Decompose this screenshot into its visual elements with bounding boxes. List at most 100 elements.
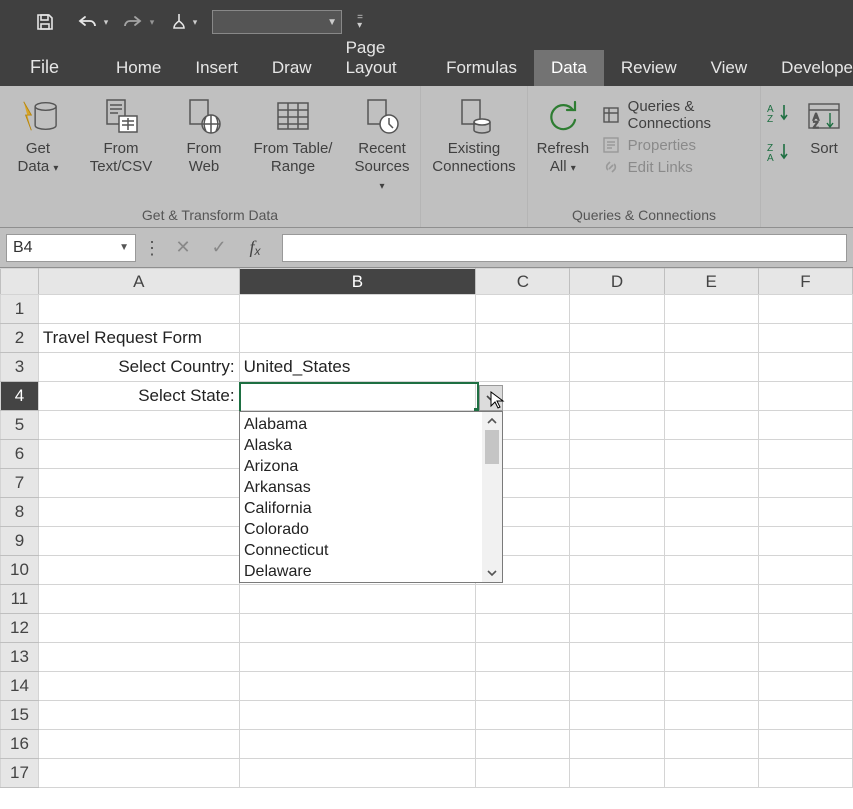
cell-E8[interactable]	[664, 498, 758, 527]
row-header-17[interactable]: 17	[1, 759, 39, 788]
cell-B3[interactable]: United_States	[239, 353, 476, 382]
tab-file[interactable]: File	[14, 49, 99, 86]
tab-data[interactable]: Data	[534, 50, 604, 86]
cell-D10[interactable]	[570, 556, 664, 585]
name-box-resize[interactable]: ⋮	[142, 243, 162, 253]
cell-A4[interactable]: Select State:	[38, 382, 239, 411]
cell-A1[interactable]	[38, 295, 239, 324]
cell-F5[interactable]	[758, 411, 852, 440]
row-header-4[interactable]: 4	[1, 382, 39, 411]
dropdown-item[interactable]: Colorado	[244, 519, 478, 540]
col-header-F[interactable]: F	[758, 269, 852, 295]
cell-E10[interactable]	[664, 556, 758, 585]
cell-E13[interactable]	[664, 643, 758, 672]
cell-F17[interactable]	[758, 759, 852, 788]
cell-F12[interactable]	[758, 614, 852, 643]
cell-D6[interactable]	[570, 440, 664, 469]
cell-C15[interactable]	[476, 701, 570, 730]
cell-C17[interactable]	[476, 759, 570, 788]
cell-F7[interactable]	[758, 469, 852, 498]
qat-combo[interactable]: ▼	[212, 10, 342, 34]
cell-F6[interactable]	[758, 440, 852, 469]
cell-A8[interactable]	[38, 498, 239, 527]
cell-D9[interactable]	[570, 527, 664, 556]
cell-C1[interactable]	[476, 295, 570, 324]
cell-D11[interactable]	[570, 585, 664, 614]
row-header-5[interactable]: 5	[1, 411, 39, 440]
tab-home[interactable]: Home	[99, 50, 178, 86]
cell-D5[interactable]	[570, 411, 664, 440]
fx-button[interactable]: fx	[240, 234, 270, 262]
dropdown-item[interactable]: Delaware	[244, 561, 478, 582]
dropdown-item[interactable]: California	[244, 498, 478, 519]
col-header-D[interactable]: D	[570, 269, 664, 295]
tab-insert[interactable]: Insert	[178, 50, 255, 86]
cell-A15[interactable]	[38, 701, 239, 730]
row-header-15[interactable]: 15	[1, 701, 39, 730]
cell-D12[interactable]	[570, 614, 664, 643]
cell-A7[interactable]	[38, 469, 239, 498]
cell-D1[interactable]	[570, 295, 664, 324]
cell-D14[interactable]	[570, 672, 664, 701]
cell-E9[interactable]	[664, 527, 758, 556]
scrollbar-thumb[interactable]	[485, 430, 499, 464]
cell-A5[interactable]	[38, 411, 239, 440]
touch-mouse-mode-button[interactable]: ▾	[162, 5, 204, 39]
cell-D7[interactable]	[570, 469, 664, 498]
cell-F16[interactable]	[758, 730, 852, 759]
dropdown-item[interactable]: Arkansas	[244, 477, 478, 498]
cell-A13[interactable]	[38, 643, 239, 672]
cell-A14[interactable]	[38, 672, 239, 701]
dropdown-item[interactable]: Connecticut	[244, 540, 478, 561]
row-header-10[interactable]: 10	[1, 556, 39, 585]
cell-D15[interactable]	[570, 701, 664, 730]
cell-F11[interactable]	[758, 585, 852, 614]
cell-B16[interactable]	[239, 730, 476, 759]
sort-asc-icon[interactable]: AZ	[767, 102, 791, 127]
formula-input[interactable]	[282, 234, 847, 262]
cell-F9[interactable]	[758, 527, 852, 556]
recent-sources-button[interactable]: RecentSources ▾	[350, 92, 414, 207]
cell-A17[interactable]	[38, 759, 239, 788]
cell-A11[interactable]	[38, 585, 239, 614]
row-header-14[interactable]: 14	[1, 672, 39, 701]
cell-D17[interactable]	[570, 759, 664, 788]
cell-A3[interactable]: Select Country:	[38, 353, 239, 382]
sort-button[interactable]: AZ Sort	[801, 92, 847, 207]
tab-formulas[interactable]: Formulas	[429, 50, 534, 86]
cell-E14[interactable]	[664, 672, 758, 701]
col-header-E[interactable]: E	[664, 269, 758, 295]
cell-E6[interactable]	[664, 440, 758, 469]
cell-E4[interactable]	[664, 382, 758, 411]
cell-C16[interactable]	[476, 730, 570, 759]
cell-F15[interactable]	[758, 701, 852, 730]
cell-F13[interactable]	[758, 643, 852, 672]
row-header-6[interactable]: 6	[1, 440, 39, 469]
cell-E1[interactable]	[664, 295, 758, 324]
cell-F4[interactable]	[758, 382, 852, 411]
row-header-9[interactable]: 9	[1, 527, 39, 556]
select-all-corner[interactable]	[1, 269, 39, 295]
cell-F8[interactable]	[758, 498, 852, 527]
cell-B4[interactable]	[239, 382, 476, 411]
cell-E5[interactable]	[664, 411, 758, 440]
cell-A16[interactable]	[38, 730, 239, 759]
scroll-down-icon[interactable]	[486, 564, 498, 582]
cell-C3[interactable]	[476, 353, 570, 382]
tab-developer[interactable]: Develope	[764, 50, 853, 86]
from-table-range-button[interactable]: From Table/Range	[246, 92, 340, 207]
cell-F10[interactable]	[758, 556, 852, 585]
dropdown-item[interactable]: Alabama	[244, 414, 478, 435]
cell-C11[interactable]	[476, 585, 570, 614]
cell-E16[interactable]	[664, 730, 758, 759]
queries-connections-button[interactable]: Queries & Connections	[602, 98, 746, 132]
cell-C14[interactable]	[476, 672, 570, 701]
get-data-button[interactable]: GetData ▾	[6, 92, 70, 207]
redo-button[interactable]: ▾	[116, 5, 158, 39]
cell-B1[interactable]	[239, 295, 476, 324]
row-header-2[interactable]: 2	[1, 324, 39, 353]
cell-D4[interactable]	[570, 382, 664, 411]
from-web-button[interactable]: FromWeb	[172, 92, 236, 207]
name-box[interactable]: B4 ▼	[6, 234, 136, 262]
row-header-7[interactable]: 7	[1, 469, 39, 498]
